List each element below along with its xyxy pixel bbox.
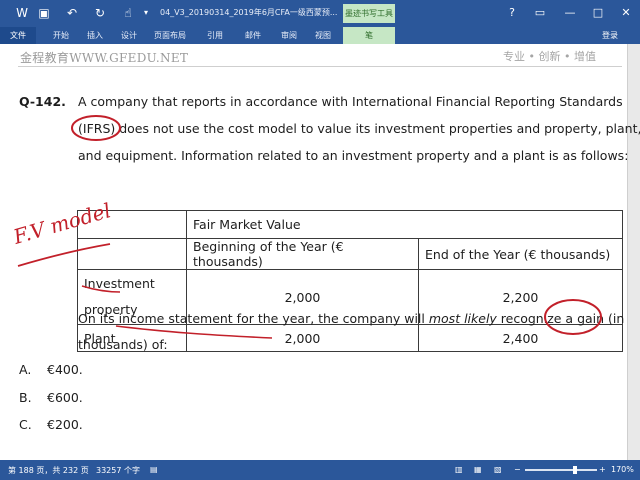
ink-tools-contextual-tab[interactable]: 墨迹书写工具 xyxy=(343,4,395,23)
question-number: Q-142. xyxy=(19,94,66,109)
print-layout-icon[interactable]: ▦ xyxy=(474,465,482,474)
page-header-right: 专业 • 创新 • 增值 xyxy=(503,50,596,63)
prompt-line-2: thousands) of: xyxy=(78,337,168,352)
table-empty-cell xyxy=(77,238,187,270)
touch-mode-icon[interactable]: ☝ xyxy=(120,5,136,21)
zoom-slider[interactable] xyxy=(525,466,597,474)
zoom-level[interactable]: 170% xyxy=(611,465,634,474)
page-header-left: 金程教育WWW.GFEDU.NET xyxy=(20,51,189,65)
document-page[interactable]: 金程教育WWW.GFEDU.NET 专业 • 创新 • 增值 Q-142. A … xyxy=(0,44,640,460)
option-text-b: €600. xyxy=(47,390,83,405)
status-bar: 第 188 页，共 232 页 33257 个字 ▤ ▥ ▦ ▧ − + 170… xyxy=(0,460,640,480)
tab-file[interactable]: 文件 xyxy=(0,27,36,44)
tab-layout[interactable]: 页面布局 xyxy=(148,27,192,44)
prompt-text: recognize a gain (in xyxy=(496,311,625,326)
close-button[interactable]: ✕ xyxy=(616,4,636,22)
word-count[interactable]: 33257 个字 xyxy=(96,465,140,476)
question-line-1: A company that reports in accordance wit… xyxy=(78,94,623,109)
tab-home[interactable]: 开始 xyxy=(44,27,78,44)
sign-in-link[interactable]: 登录 xyxy=(602,30,618,41)
question-line-2: (IFRS) does not use the cost model to va… xyxy=(78,121,640,136)
tab-review[interactable]: 审阅 xyxy=(274,27,304,44)
table-col-header-begin: Beginning of the Year (€ thousands) xyxy=(186,238,419,270)
table-empty-corner xyxy=(77,210,187,239)
prompt-text: On its income statement for the year, th… xyxy=(78,311,429,326)
row-label-line: Investment xyxy=(84,276,155,291)
tab-insert[interactable]: 插入 xyxy=(80,27,110,44)
page-count[interactable]: 第 188 页，共 232 页 xyxy=(8,465,89,476)
table-group-header: Fair Market Value xyxy=(186,210,623,239)
minimize-button[interactable]: — xyxy=(560,4,580,22)
tab-references[interactable]: 引用 xyxy=(200,27,230,44)
table-col-header-end: End of the Year (€ thousands) xyxy=(418,238,623,270)
table-cell-plant-begin: 2,000 xyxy=(186,324,419,352)
option-text-c: €200. xyxy=(47,417,83,432)
option-letter-b: B. xyxy=(19,390,32,405)
redo-icon[interactable]: ↻ xyxy=(92,5,108,21)
save-icon[interactable]: ▣ xyxy=(36,5,52,21)
undo-icon[interactable]: ↶ xyxy=(64,5,80,21)
option-text-a: €400. xyxy=(47,362,83,377)
title-bar: W ▣ ↶ ↻ ☝ ▾ 04_V3_20190314_2019年6月CFA一级西… xyxy=(0,0,640,27)
tab-mailings[interactable]: 邮件 xyxy=(238,27,268,44)
zoom-in-button[interactable]: + xyxy=(599,465,606,474)
zoom-slider-thumb[interactable] xyxy=(572,466,577,474)
prompt-line-1: On its income statement for the year, th… xyxy=(78,311,624,326)
fair-value-table: Fair Market Value Beginning of the Year … xyxy=(77,210,623,352)
maximize-button[interactable]: □ xyxy=(588,4,608,22)
web-layout-icon[interactable]: ▧ xyxy=(494,465,502,474)
tab-pen[interactable]: 笔 xyxy=(343,27,395,44)
table-cell-plant-end: 2,400 xyxy=(418,324,623,352)
tab-design[interactable]: 设计 xyxy=(114,27,144,44)
customize-toolbar-icon[interactable]: ▾ xyxy=(138,5,154,21)
page-edge xyxy=(627,44,640,460)
ribbon-display-options-icon[interactable]: ▭ xyxy=(530,4,550,22)
read-mode-icon[interactable]: ▥ xyxy=(455,465,463,474)
tab-view[interactable]: 视图 xyxy=(308,27,338,44)
prompt-emphasis: most likely xyxy=(428,311,497,326)
question-line-3: and equipment. Information related to an… xyxy=(78,148,629,163)
ribbon-tabs: 文件 开始 插入 设计 页面布局 引用 邮件 审阅 视图 笔 登录 xyxy=(0,27,640,44)
document-title: 04_V3_20190314_2019年6月CFA一级西蒙预... xyxy=(160,8,338,17)
option-letter-a: A. xyxy=(19,362,32,377)
option-letter-c: C. xyxy=(19,417,32,432)
help-button[interactable]: ? xyxy=(502,4,522,22)
word-logo-icon: W xyxy=(16,6,28,20)
zoom-out-button[interactable]: − xyxy=(514,465,521,474)
header-divider xyxy=(18,66,622,67)
proofing-icon[interactable]: ▤ xyxy=(150,465,158,474)
